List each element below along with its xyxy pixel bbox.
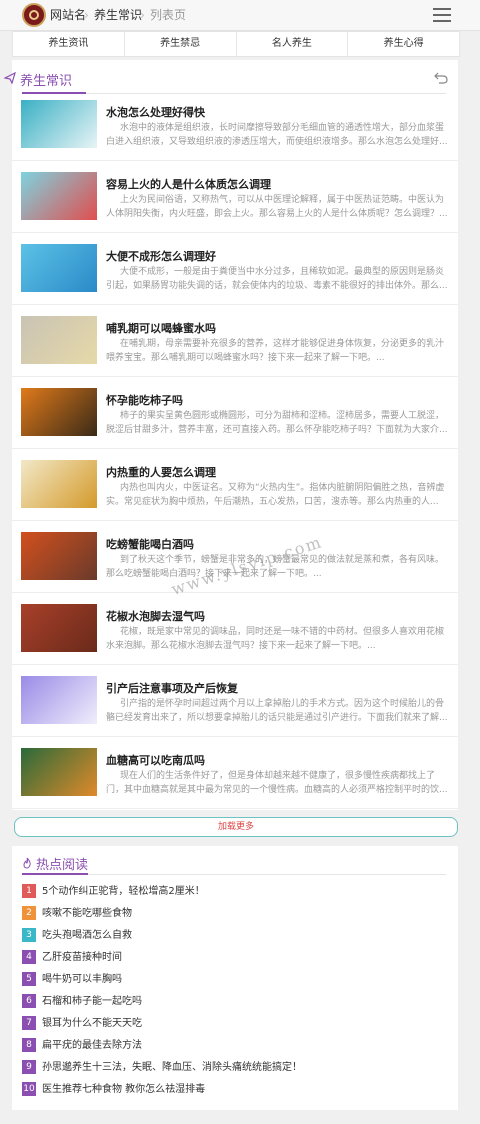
section-header: 养生常识 [4, 68, 448, 92]
hot-item-link[interactable]: 医生推荐七种食物 教你怎么祛湿排毒 [42, 1084, 205, 1095]
footer [0, 1114, 480, 1124]
hot-item[interactable]: 2 咳嗽不能吃哪些食物 [22, 906, 132, 922]
article-title[interactable]: 内热重的人要怎么调理 [106, 464, 216, 480]
article-thumbnail[interactable] [21, 244, 97, 292]
rank-badge: 8 [22, 1038, 36, 1052]
article-item[interactable]: 花椒水泡脚去湿气吗花椒，既是家中常见的调味品，同时还是一味不错的中药材。但很多人… [12, 600, 458, 665]
rank-badge: 5 [22, 972, 36, 986]
hot-title-underline [22, 873, 88, 875]
article-title[interactable]: 吃螃蟹能喝白酒吗 [106, 536, 194, 552]
article-title[interactable]: 怀孕能吃柿子吗 [106, 392, 183, 408]
nav-item-celebrity[interactable]: 名人养生 [237, 32, 349, 56]
rank-badge: 1 [22, 884, 36, 898]
hot-item-link[interactable]: 银耳为什么不能天天吃 [42, 1018, 142, 1029]
nav-item-experience[interactable]: 养生心得 [348, 32, 459, 56]
hot-item-link[interactable]: 吃头孢喝酒怎么自救 [42, 930, 132, 941]
breadcrumb-separator-icon: › [140, 8, 145, 22]
article-summary: 现在人们的生活条件好了，但是身体却越来越不健康了，很多慢性疾病都找上了门，其中血… [106, 771, 448, 795]
nav-item-news[interactable]: 养生资讯 [13, 32, 125, 56]
article-title[interactable]: 水泡怎么处理好得快 [106, 104, 205, 120]
menu-icon[interactable] [433, 8, 451, 22]
article-item[interactable]: 大便不成形怎么调理好大便不成形，一般是由于粪便当中水分过多，且稀软如泥。最典型的… [12, 240, 458, 305]
rank-badge: 4 [22, 950, 36, 964]
article-item[interactable]: 血糖高可以吃南瓜吗现在人们的生活条件好了，但是身体却越来越不健康了，很多慢性疾病… [12, 744, 458, 809]
article-summary: 在哺乳期，母亲需要补充很多的营养，这样才能够促进身体恢复，分泌更多的乳汁喂养宝宝… [106, 339, 445, 363]
article-title[interactable]: 血糖高可以吃南瓜吗 [106, 752, 205, 768]
rank-badge: 2 [22, 906, 36, 920]
paper-plane-icon [4, 72, 16, 84]
hot-item-link[interactable]: 石榴和柿子能一起吃吗 [42, 996, 142, 1007]
article-item[interactable]: 怀孕能吃柿子吗柿子的果实呈黄色圆形或椭圆形，可分为甜柿和涩柿。涩柿居多，需要人工… [12, 384, 458, 449]
article-item[interactable]: 引产后注意事项及产后恢复引产指的是怀孕时间超过两个月以上拿掉胎儿的手术方式。因为… [12, 672, 458, 737]
article-title[interactable]: 大便不成形怎么调理好 [106, 248, 216, 264]
article-thumbnail[interactable] [21, 676, 97, 724]
hot-item[interactable]: 10 医生推荐七种食物 教你怎么祛湿排毒 [22, 1082, 205, 1098]
article-summary: 水泡中的液体是组织液，长时间摩擦导致部分毛细血管的通透性增大，部分血浆蛋白进入组… [106, 123, 448, 147]
article-thumbnail[interactable] [21, 604, 97, 652]
rank-badge: 3 [22, 928, 36, 942]
hot-item[interactable]: 5 喝牛奶可以丰胸吗 [22, 972, 122, 988]
article-title[interactable]: 哺乳期可以喝蜂蜜水吗 [106, 320, 216, 336]
article-summary: 引产指的是怀孕时间超过两个月以上拿掉胎儿的手术方式。因为这个时候胎儿的骨骼已经发… [106, 699, 448, 723]
hot-item-link[interactable]: 乙肝疫苗接种时间 [42, 952, 122, 963]
rank-badge: 6 [22, 994, 36, 1008]
rank-badge: 7 [22, 1016, 36, 1030]
hot-item-link[interactable]: 扁平疣的最佳去除方法 [42, 1040, 142, 1051]
article-title[interactable]: 花椒水泡脚去湿气吗 [106, 608, 205, 624]
rank-badge: 10 [22, 1082, 36, 1096]
hot-item-link[interactable]: 孙思邈养生十三法，失眠、降血压、消除头痛统统能搞定！ [42, 1062, 302, 1073]
nav-item-taboo[interactable]: 养生禁忌 [125, 32, 237, 56]
article-summary: 内热也叫内火，中医证名。又称为“火热内生”。指体内脏腑阴阳偏胜之热，音辨虚实。常… [106, 483, 445, 507]
article-item[interactable]: 内热重的人要怎么调理内热也叫内火，中医证名。又称为“火热内生”。指体内脏腑阴阳偏… [12, 456, 458, 521]
hot-item[interactable]: 8 扁平疣的最佳去除方法 [22, 1038, 142, 1054]
return-icon[interactable] [434, 72, 448, 84]
article-thumbnail[interactable] [21, 172, 97, 220]
hot-reading-header: 热点阅读 [23, 854, 89, 873]
article-item[interactable]: 哺乳期可以喝蜂蜜水吗在哺乳期，母亲需要补充很多的营养，这样才能够促进身体恢复，分… [12, 312, 458, 377]
hot-item[interactable]: 7 银耳为什么不能天天吃 [22, 1016, 142, 1032]
article-title[interactable]: 引产后注意事项及产后恢复 [106, 680, 238, 696]
article-item[interactable]: 水泡怎么处理好得快水泡中的液体是组织液，长时间摩擦导致部分毛细血管的通透性增大，… [12, 96, 458, 161]
article-summary: 花椒，既是家中常见的调味品，同时还是一味不错的中药材。但很多人喜欢用花椒水来泡脚… [106, 627, 445, 651]
article-thumbnail[interactable] [21, 532, 97, 580]
site-logo[interactable] [22, 3, 46, 27]
article-thumbnail[interactable] [21, 460, 97, 508]
hot-item[interactable]: 4 乙肝疫苗接种时间 [22, 950, 122, 966]
hot-item[interactable]: 6 石榴和柿子能一起吃吗 [22, 994, 142, 1010]
breadcrumb-separator-icon: › [84, 8, 89, 22]
category-nav: 养生资讯 养生禁忌 名人养生 养生心得 [12, 31, 460, 57]
article-thumbnail[interactable] [21, 388, 97, 436]
article-thumbnail[interactable] [21, 748, 97, 796]
hot-item-link[interactable]: 5个动作纠正驼背，轻松增高2厘米！ [42, 886, 205, 897]
section-title: 养生常识 [20, 74, 73, 89]
article-summary: 上火为民间俗语，又称热气，可以从中医理论解释，属于中医热证范畴。中医认为人体阴阳… [106, 195, 448, 219]
article-item[interactable]: 容易上火的人是什么体质怎么调理上火为民间俗语，又称热气，可以从中医理论解释，属于… [12, 168, 458, 233]
hot-item[interactable]: 9 孙思邈养生十三法，失眠、降血压、消除头痛统统能搞定！ [22, 1060, 302, 1076]
hot-item[interactable]: 1 5个动作纠正驼背，轻松增高2厘米！ [22, 884, 205, 900]
hot-reading-title: 热点阅读 [36, 858, 89, 873]
article-summary: 大便不成形，一般是由于粪便当中水分过多，且稀软如泥。最典型的原因则是肠炎引起，如… [106, 267, 448, 291]
article-thumbnail[interactable] [21, 100, 97, 148]
section-title-underline [22, 92, 86, 94]
article-title[interactable]: 容易上火的人是什么体质怎么调理 [106, 176, 271, 192]
article-summary: 柿子的果实呈黄色圆形或椭圆形，可分为甜柿和涩柿。涩柿居多，需要人工脱涩，脱涩后甘… [106, 411, 448, 435]
hot-item[interactable]: 3 吃头孢喝酒怎么自救 [22, 928, 132, 944]
top-bar: 网站名 › 养生常识 › 列表页 [0, 0, 480, 31]
rank-badge: 9 [22, 1060, 36, 1074]
article-thumbnail[interactable] [21, 316, 97, 364]
breadcrumb-current: 列表页 [150, 8, 187, 22]
hot-item-link[interactable]: 喝牛奶可以丰胸吗 [42, 974, 122, 985]
breadcrumb-category[interactable]: 养生常识 [94, 0, 142, 30]
load-more-button[interactable]: 加载更多 [14, 817, 458, 837]
hot-item-link[interactable]: 咳嗽不能吃哪些食物 [42, 908, 132, 919]
breadcrumb-site[interactable]: 网站名 [50, 0, 86, 30]
fire-icon [23, 857, 31, 869]
